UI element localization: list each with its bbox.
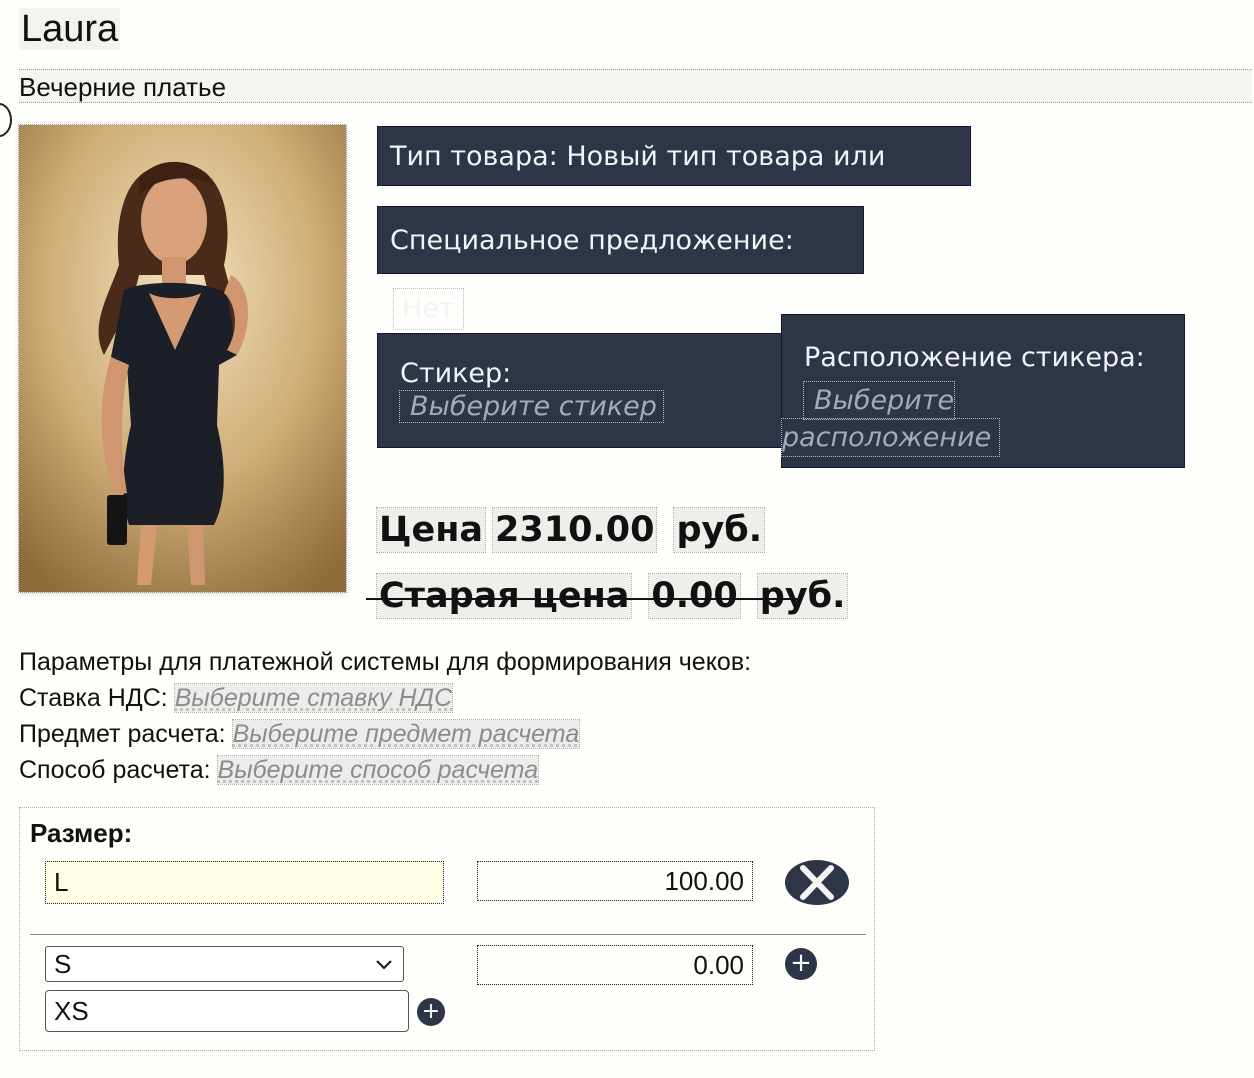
product-title[interactable]: Laura [19,8,121,50]
special-offer-label: Специальное предложение: [390,225,794,256]
edge-handle-icon[interactable] [0,103,12,137]
sticker-select[interactable]: Выберите стикер [399,390,664,423]
subject-select[interactable]: Выберите предмет расчета [231,719,581,749]
old-price-value[interactable]: 0.00 [648,573,741,619]
payment-params: Параметры для платежной системы для форм… [19,644,751,788]
dress-photo-image [19,125,346,592]
chevron-down-icon [376,960,392,970]
special-offer-value[interactable]: Нет [393,288,464,330]
special-offer-panel: Специальное предложение: Нет [377,206,864,330]
method-select[interactable]: Выберите способ расчета [216,755,540,785]
product-subtitle[interactable]: Вечерние платье [19,69,1252,103]
plus-icon[interactable]: + [785,948,817,980]
payment-params-header: Параметры для платежной системы для форм… [19,648,752,676]
sticker-position-select[interactable]: Выберите [802,381,956,420]
vat-label: Ставка НДС: [19,684,168,712]
old-price-row: Старая цена 0.00 руб. [375,573,855,619]
price-label: Цена [375,507,487,553]
sticker-label: Стикер: [400,358,512,389]
size-label: Размер: [30,818,133,848]
price-value[interactable]: 2310.00 [492,507,658,553]
product-photo[interactable] [18,124,347,593]
old-price-currency: руб. [756,573,849,619]
plus-icon[interactable]: + [417,998,445,1026]
old-price-label: Старая цена [375,573,633,619]
price-row: Цена 2310.00 руб. [375,507,772,553]
method-label: Способ расчета: [19,756,211,784]
size-input[interactable]: L [45,861,444,904]
price-currency: руб. [673,507,766,553]
product-type-panel[interactable]: Тип товара: Новый тип товара или услуги [377,126,971,232]
new-size-input[interactable]: XS [45,990,409,1032]
strikethrough-line [366,598,798,600]
size-select[interactable]: S [45,946,404,982]
sticker-position-select-line2[interactable]: расположение [780,418,1001,457]
size-price-input[interactable]: 100.00 [477,861,753,901]
size-price-input-2[interactable]: 0.00 [477,945,753,985]
vat-select[interactable]: Выберите ставку НДС [173,683,454,713]
sticker-position-panel: Расположение стикера: Выберите расположе… [780,314,1185,468]
subject-label: Предмет расчета: [19,720,226,748]
sticker-position-label: Расположение стикера: [804,342,1145,373]
close-icon [800,865,834,900]
sticker-panel: Стикер: Выберите стикер [377,333,787,448]
divider [30,934,866,935]
remove-size-button[interactable] [785,860,849,905]
size-select-value: S [54,949,72,979]
